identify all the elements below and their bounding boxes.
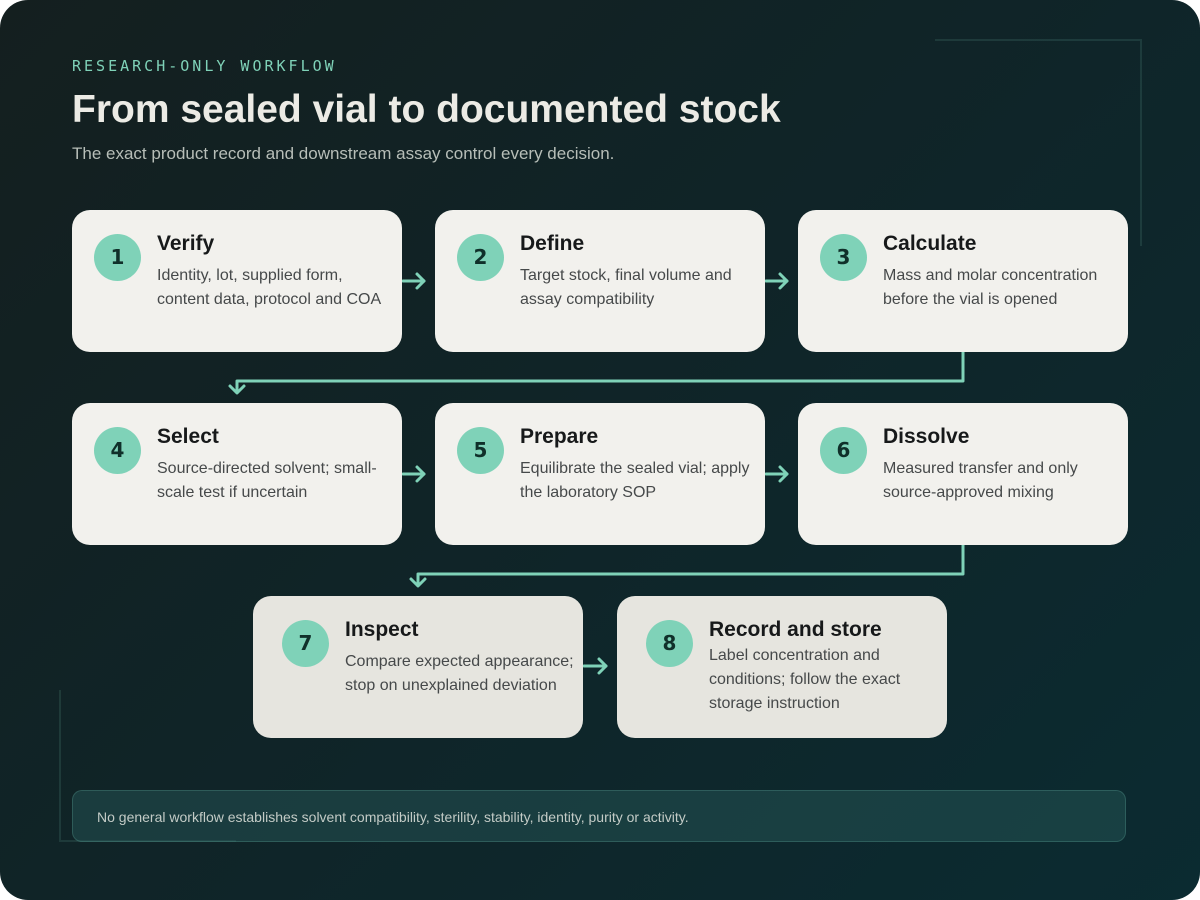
- step-description: Label concentration and conditions; foll…: [709, 647, 901, 712]
- arrow-7-to-8: [582, 657, 608, 675]
- arrow-2-to-3: [764, 272, 789, 290]
- step-calculate: 3 Calculate Mass and molar concentration…: [798, 210, 1128, 352]
- step-title: Verify: [157, 232, 215, 255]
- step-inspect: 7 Inspect Compare expected appearance; s…: [253, 596, 583, 738]
- step-title: Record and store: [709, 618, 882, 641]
- disclaimer-text: No general workflow establishes solvent …: [97, 809, 689, 825]
- step-title: Inspect: [345, 618, 419, 641]
- step-description: Equilibrate the sealed vial; apply the l…: [520, 460, 750, 501]
- arrow-6-to-7: [409, 543, 965, 588]
- step-number-badge: 4: [94, 427, 141, 474]
- step-select: 4 Select Source-directed solvent; small-…: [72, 403, 402, 545]
- arrow-5-to-6: [764, 465, 789, 483]
- step-prepare: 5 Prepare Equilibrate the sealed vial; a…: [435, 403, 765, 545]
- step-description: Source-directed solvent; small-scale tes…: [157, 460, 377, 501]
- step-number-badge: 7: [282, 620, 329, 667]
- step-number-badge: 6: [820, 427, 867, 474]
- step-define: 2 Define Target stock, final volume and …: [435, 210, 765, 352]
- step-number-badge: 2: [457, 234, 504, 281]
- step-title: Prepare: [520, 425, 599, 448]
- step-description: Compare expected appearance; stop on une…: [345, 653, 574, 694]
- arrow-3-to-4: [228, 350, 965, 395]
- step-title: Select: [157, 425, 219, 448]
- step-title: Dissolve: [883, 425, 970, 448]
- step-verify: 1 Verify Identity, lot, supplied form, c…: [72, 210, 402, 352]
- step-description: Identity, lot, supplied form, content da…: [157, 267, 382, 308]
- step-number-badge: 1: [94, 234, 141, 281]
- step-description: Mass and molar concentration before the …: [883, 267, 1098, 308]
- step-description: Target stock, final volume and assay com…: [520, 267, 732, 308]
- step-number-badge: 5: [457, 427, 504, 474]
- step-dissolve: 6 Dissolve Measured transfer and only so…: [798, 403, 1128, 545]
- diagram-canvas: RESEARCH-ONLY WORKFLOW From sealed vial …: [0, 0, 1200, 900]
- arrow-1-to-2: [401, 272, 426, 290]
- arrow-4-to-5: [401, 465, 426, 483]
- step-record-and-store: 8 Record and store Label concentration a…: [617, 596, 947, 738]
- disclaimer-note: No general workflow establishes solvent …: [72, 790, 1126, 842]
- step-description: Measured transfer and only source-approv…: [883, 460, 1078, 501]
- step-number-badge: 8: [646, 620, 693, 667]
- step-number-badge: 3: [820, 234, 867, 281]
- step-title: Calculate: [883, 232, 977, 255]
- step-title: Define: [520, 232, 585, 255]
